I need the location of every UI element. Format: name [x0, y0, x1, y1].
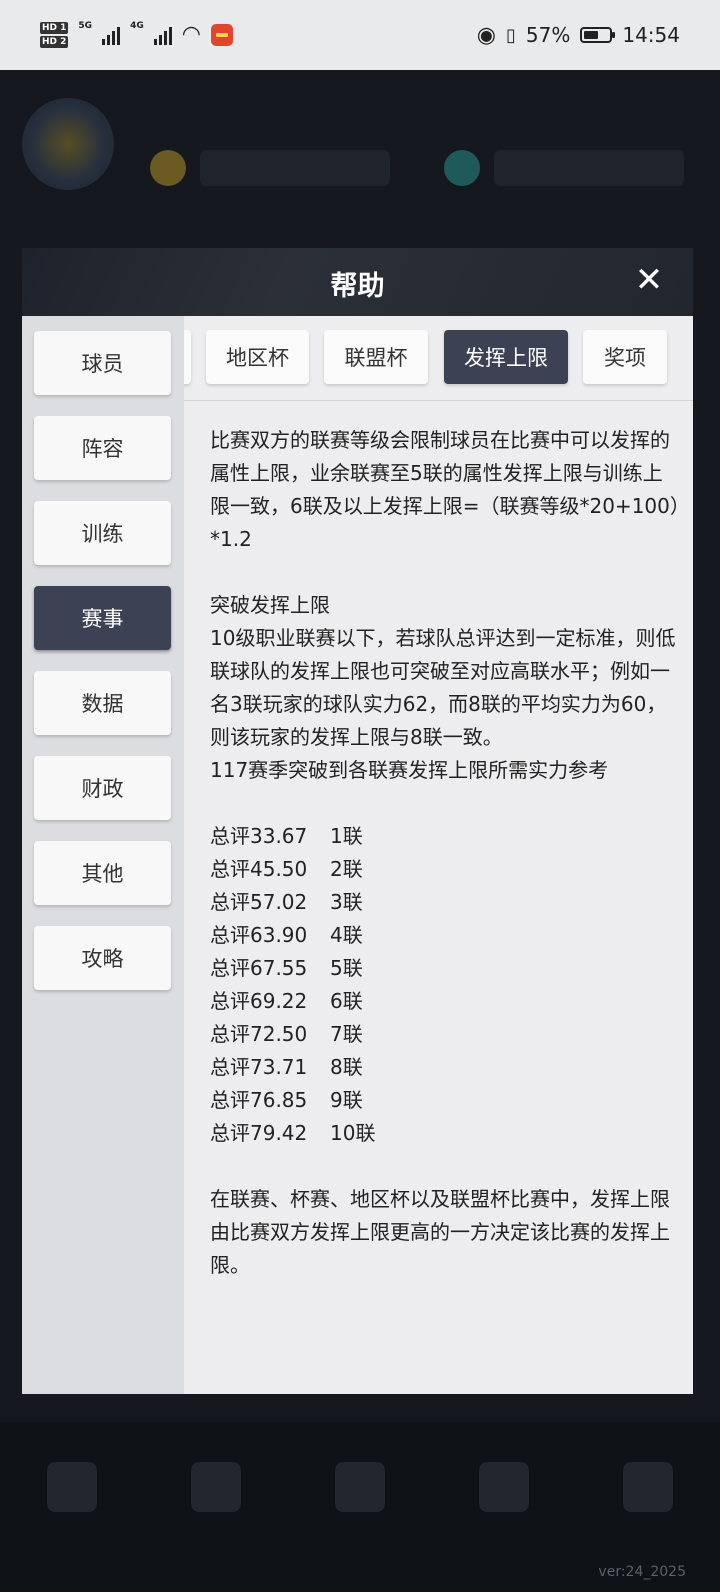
eye-icon: ◉	[476, 22, 496, 48]
hd2-badge: HD 2	[40, 36, 69, 48]
sidebar-item-data[interactable]: 数据	[34, 671, 171, 735]
network-4g-label: 4G	[130, 21, 144, 31]
dialog-header: 帮助 ✕	[22, 248, 693, 316]
clock: 14:54	[622, 23, 680, 47]
league-cell: 4联	[330, 923, 363, 947]
league-cell: 8联	[330, 1055, 363, 1079]
league-cell: 5联	[330, 956, 363, 980]
league-cell: 1联	[330, 824, 363, 848]
table-row: 总评79.42 10联	[210, 1117, 680, 1150]
table-row: 总评69.22 6联	[210, 985, 680, 1018]
nav-trophy-icon	[191, 1462, 241, 1512]
table-row: 总评73.71 8联	[210, 1051, 680, 1084]
network-5g-label: 5G	[78, 21, 93, 31]
table-row: 总评33.67 1联	[210, 820, 680, 853]
paragraph-intro: 比赛双方的联赛等级会限制球员在比赛中可以发挥的属性上限，业余联赛至5联的属性发挥…	[210, 428, 680, 551]
score-cell: 总评73.71	[210, 1055, 308, 1079]
tab-regional-cup[interactable]: 地区杯	[206, 330, 309, 384]
sidebar-item-lineup[interactable]: 阵容	[34, 416, 171, 480]
status-bar: HD 1 HD 2 5G 4G ◠ ◉ ▯ 57% 14:54	[0, 0, 720, 70]
table-row: 总评67.55 5联	[210, 952, 680, 985]
version-label: ver:24_2025	[598, 1564, 686, 1580]
gem-pill	[494, 150, 684, 186]
coin-icon	[150, 150, 186, 186]
nav-cloud-icon	[479, 1462, 529, 1512]
hd-indicator: HD 1 HD 2	[40, 21, 69, 49]
paragraph-reference: 117赛季突破到各联赛发挥上限所需实力参考	[210, 758, 609, 782]
sidebar-item-guide[interactable]: 攻略	[34, 926, 171, 990]
league-cell: 7联	[330, 1022, 363, 1046]
table-row: 总评45.50 2联	[210, 853, 680, 886]
sidebar-item-players[interactable]: 球员	[34, 331, 171, 395]
league-table: 总评33.67 1联 总评45.50 2联 总评57.02 3联 总评63.90 4联 …	[210, 820, 680, 1150]
table-row: 总评63.90 4联	[210, 919, 680, 952]
tab-bar[interactable]: 地区杯 联盟杯 发挥上限 奖项	[184, 316, 693, 401]
vibrate-icon: ▯	[506, 24, 516, 46]
wifi-icon: ◠	[181, 22, 201, 47]
background-menu-row	[18, 215, 702, 241]
table-row: 总评72.50 7联	[210, 1018, 680, 1051]
score-cell: 总评69.22	[210, 989, 308, 1013]
section-title: 突破发挥上限	[210, 593, 330, 617]
battery-percent: 57%	[525, 23, 571, 47]
sidebar-item-training[interactable]: 训练	[34, 501, 171, 565]
signal-icon-2	[153, 25, 172, 45]
paragraph-breakthrough: 10级职业联赛以下，若球队总评达到一定标准，则低联球队的发挥上限也可突破至对应高…	[210, 626, 676, 749]
sidebar-item-finance[interactable]: 财政	[34, 756, 171, 820]
sidebar-item-other[interactable]: 其他	[34, 841, 171, 905]
league-cell: 3联	[330, 890, 363, 914]
paragraph-conclusion: 在联赛、杯赛、地区杯以及联盟杯比赛中，发挥上限由比赛双方发挥上限更高的一方决定该…	[210, 1187, 670, 1277]
sidebar-item-events[interactable]: 赛事	[34, 586, 171, 650]
close-icon: ✕	[634, 260, 664, 300]
league-cell: 6联	[330, 989, 363, 1013]
close-button[interactable]: ✕	[631, 262, 667, 298]
help-content: 地区杯 联盟杯 发挥上限 奖项 比赛双方的联赛等级会限制球员在比赛中可以发挥的属…	[184, 316, 693, 1394]
league-cell: 10联	[330, 1121, 376, 1145]
help-sidebar: 球员 阵容 训练 赛事 数据 财政 其他 攻略	[22, 316, 184, 1394]
nav-team-icon	[335, 1462, 385, 1512]
league-cell: 2联	[330, 857, 363, 881]
score-cell: 总评76.85	[210, 1088, 308, 1112]
hd1-badge: HD 1	[40, 22, 69, 34]
tab-performance-cap[interactable]: 发挥上限	[444, 330, 568, 384]
team-logo	[22, 98, 114, 190]
score-cell: 总评79.42	[210, 1121, 308, 1145]
signal-icon	[102, 25, 121, 45]
battery-icon	[580, 27, 616, 43]
nav-calendar-icon	[47, 1462, 97, 1512]
score-cell: 总评63.90	[210, 923, 308, 947]
nav-more-icon	[623, 1462, 673, 1512]
score-cell: 总评72.50	[210, 1022, 308, 1046]
tab-awards[interactable]: 奖项	[583, 330, 667, 384]
table-row: 总评76.85 9联	[210, 1084, 680, 1117]
tab-partial[interactable]	[184, 330, 191, 384]
league-cell: 9联	[330, 1088, 363, 1112]
coin-pill	[200, 150, 390, 186]
dialog-title: 帮助	[330, 271, 385, 302]
score-cell: 总评67.55	[210, 956, 308, 980]
status-left: HD 1 HD 2 5G 4G ◠	[40, 21, 233, 49]
score-cell: 总评33.67	[210, 824, 308, 848]
help-text: 比赛双方的联赛等级会限制球员在比赛中可以发挥的属性上限，业余联赛至5联的属性发挥…	[210, 424, 680, 1282]
battery-fill	[584, 31, 599, 39]
status-right: ◉ ▯ 57% 14:54	[477, 23, 680, 48]
table-row: 总评57.02 3联	[210, 886, 680, 919]
tab-alliance-cup[interactable]: 联盟杯	[324, 330, 428, 384]
score-cell: 总评45.50	[210, 857, 308, 881]
gem-icon	[444, 150, 480, 186]
help-dialog: 帮助 ✕ 球员 阵容 训练 赛事 数据 财政 其他 攻略 地区杯 联盟杯 发挥上…	[22, 248, 693, 1394]
notification-app-icon	[210, 24, 233, 46]
score-cell: 总评57.02	[210, 890, 308, 914]
